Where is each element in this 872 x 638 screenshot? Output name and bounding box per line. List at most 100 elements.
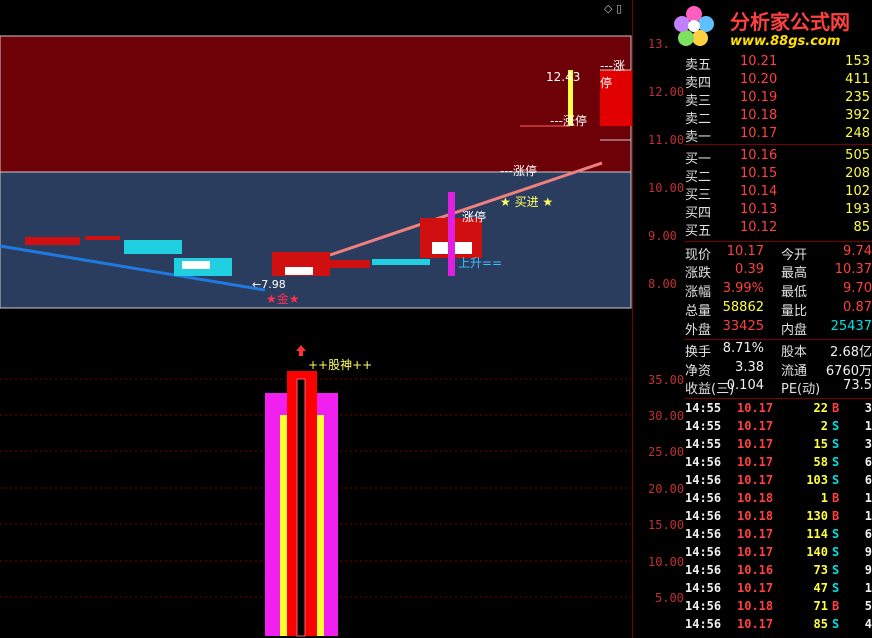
tick-price: 10.17	[737, 617, 774, 631]
tick-time: 14:56	[685, 599, 722, 613]
tick-row[interactable]: 14:56 10.17 140 S 9	[684, 545, 872, 563]
tick-price: 10.16	[737, 563, 774, 577]
tick-price: 10.17	[737, 473, 774, 487]
tick-price: 10.17	[737, 455, 774, 469]
tick-row[interactable]: 14:56 10.16 73 S 9	[684, 563, 872, 581]
tick-time: 14:55	[685, 437, 722, 451]
price-tick: 11.00	[648, 133, 685, 147]
tick-row[interactable]: 14:56 10.17 58 S 6	[684, 455, 872, 473]
price-chart-panel[interactable]: 12.43 ---涨停 ---涨停 ---涨停 涨停 ←7.98 ★金★ ★ 买…	[0, 0, 684, 322]
order-label: 买一	[685, 152, 712, 167]
bid-row[interactable]: 买二 10.15 208	[684, 166, 872, 185]
ask-row[interactable]: 卖一 10.17 248	[684, 126, 872, 145]
volume-tick: 10.00	[648, 555, 685, 569]
tick-volume: 114	[806, 527, 828, 541]
ask-row[interactable]: 卖三 10.19 235	[684, 90, 872, 109]
stat-value: 0.39	[735, 262, 764, 277]
fund-label: 股本	[781, 345, 808, 360]
tick-row[interactable]: 14:56 10.17 103 S 6	[684, 473, 872, 491]
tick-side: S	[832, 437, 840, 451]
candle	[330, 260, 370, 268]
candle	[372, 259, 430, 265]
order-label: 卖三	[685, 94, 712, 109]
tick-time: 14:56	[685, 527, 722, 541]
stat-value: 10.17	[726, 244, 764, 259]
volume-tick: 15.00	[648, 518, 685, 532]
tick-row[interactable]: 14:56 10.17 47 S 1	[684, 581, 872, 599]
tick-row[interactable]: 14:56 10.17 114 S 6	[684, 527, 872, 545]
tick-volume: 85	[813, 617, 828, 631]
stat-label: 现价	[685, 248, 712, 263]
stat-value: 25437	[830, 319, 872, 334]
tick-extra: 3	[864, 437, 872, 451]
tick-extra: 1	[864, 509, 872, 523]
bid-row[interactable]: 买五 10.12 85	[684, 220, 872, 239]
candle	[85, 236, 120, 240]
order-price: 10.17	[740, 126, 778, 141]
window-controls[interactable]: ◇ ▯	[604, 2, 622, 15]
tick-side: S	[832, 617, 840, 631]
volume-bar	[280, 415, 288, 636]
tick-side: S	[832, 419, 840, 433]
stat-value: 33425	[722, 319, 764, 334]
order-price: 10.19	[740, 90, 778, 105]
stat-label: 今开	[781, 248, 808, 263]
stat-value: 0.87	[843, 300, 872, 315]
tick-time: 14:56	[685, 491, 722, 505]
tick-time: 14:56	[685, 617, 722, 631]
ask-row[interactable]: 卖五 10.21 153	[684, 54, 872, 73]
tick-volume: 130	[806, 509, 828, 523]
order-price: 10.20	[740, 72, 778, 87]
stat-row: 外盘 33425 内盘 25437	[684, 319, 872, 338]
tick-row[interactable]: 14:56 10.18 130 B 1	[684, 509, 872, 527]
candle-detail	[285, 267, 313, 275]
signal-bar	[448, 192, 455, 276]
volume-tick: 20.00	[648, 482, 685, 496]
bid-row[interactable]: 买三 10.14 102	[684, 184, 872, 203]
tick-side: S	[832, 563, 840, 577]
order-price: 10.13	[740, 202, 778, 217]
fund-value: 0.104	[726, 378, 764, 393]
order-volume: 235	[845, 90, 870, 105]
order-price: 10.15	[740, 166, 778, 181]
stat-label: 量比	[781, 304, 808, 319]
stat-row: 涨跌 0.39 最高 10.37	[684, 262, 872, 281]
order-volume: 102	[845, 184, 870, 199]
volume-chart-panel[interactable]: ++股神++ 35.00 30.00 25.00 20.00 15.00 10.…	[0, 323, 684, 638]
tick-side: S	[832, 545, 840, 559]
stat-value: 3.99%	[722, 281, 764, 296]
tick-volume: 47	[813, 581, 828, 595]
stat-label: 最高	[781, 266, 808, 281]
fund-label: PE(动)	[781, 382, 821, 397]
candle-detail	[182, 261, 210, 269]
order-price: 10.16	[740, 148, 778, 163]
tick-row[interactable]: 14:55 10.17 15 S 3	[684, 437, 872, 455]
flower-logo-icon	[674, 6, 714, 46]
tick-row[interactable]: 14:56 10.17 85 S 4	[684, 617, 872, 635]
tick-price: 10.17	[737, 437, 774, 451]
stat-row: 总量 58862 量比 0.87	[684, 300, 872, 319]
fundamental-row: 换手 8.71% 股本 2.68亿	[684, 341, 872, 360]
bid-row[interactable]: 买一 10.16 505	[684, 148, 872, 167]
gold-label: ★金★	[266, 292, 300, 306]
limit-up-zone	[0, 35, 632, 173]
tick-extra: 9	[864, 545, 872, 559]
ask-row[interactable]: 卖四 10.20 411	[684, 72, 872, 91]
tick-price: 10.18	[737, 509, 774, 523]
stat-row: 现价 10.17 今开 9.74	[684, 244, 872, 263]
tick-time: 14:56	[685, 509, 722, 523]
order-volume: 85	[853, 220, 870, 235]
tick-time: 14:55	[685, 401, 722, 415]
arrow-up-icon	[296, 345, 306, 356]
stat-label: 涨幅	[685, 285, 712, 300]
tick-row[interactable]: 14:56 10.18 1 B 1	[684, 491, 872, 509]
tick-row[interactable]: 14:55 10.17 22 B 3	[684, 401, 872, 419]
bid-row[interactable]: 买四 10.13 193	[684, 202, 872, 221]
tick-row[interactable]: 14:56 10.18 71 B 5	[684, 599, 872, 617]
tick-volume: 71	[813, 599, 828, 613]
tick-side: S	[832, 473, 840, 487]
tick-row[interactable]: 14:55 10.17 2 S 1	[684, 419, 872, 437]
stock-god-label: ++股神++	[308, 358, 373, 372]
fund-value: 2.68亿	[830, 345, 872, 360]
ask-row[interactable]: 卖二 10.18 392	[684, 108, 872, 127]
